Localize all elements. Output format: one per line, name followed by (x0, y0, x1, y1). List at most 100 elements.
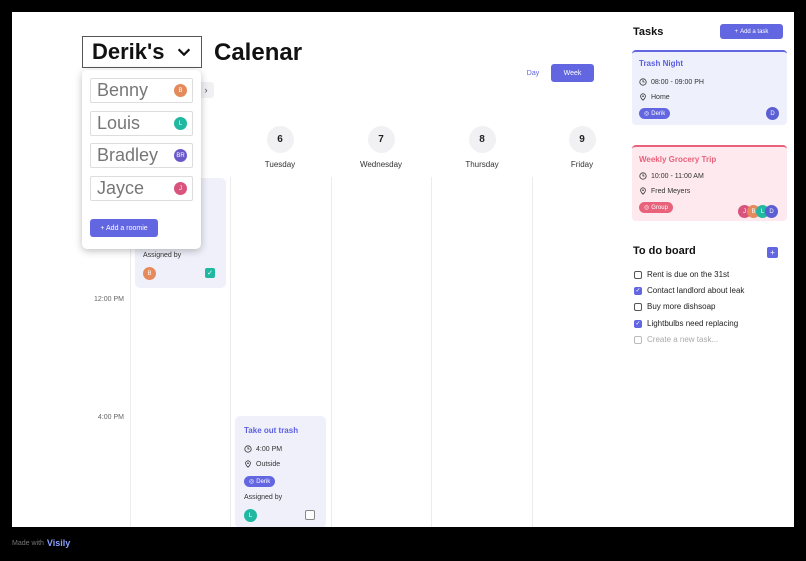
task-time: 08:00 - 09:00 PH (639, 78, 704, 86)
check-icon: ✓ (207, 270, 213, 277)
add-roomie-button[interactable]: + Add a roomie (90, 219, 158, 237)
grid-line (331, 177, 332, 527)
todo-checkbox[interactable]: ✓ (634, 286, 642, 295)
task-time: 10:00 - 11:00 AM (639, 172, 704, 180)
todo-item[interactable]: ✓ Lightbulbs need replacing (634, 319, 738, 328)
task-title: Trash Night (639, 59, 684, 68)
todo-checkbox[interactable] (634, 270, 642, 279)
chevron-right-icon: › (204, 85, 208, 95)
assignee-tag[interactable]: ◎ Derik (639, 108, 671, 119)
done-checkbox[interactable]: ✓ (205, 268, 215, 278)
avatar: D (765, 205, 778, 218)
user-select[interactable]: Derik's (82, 36, 202, 68)
user-circle-icon: ◎ (249, 479, 255, 485)
clock-icon (639, 78, 647, 86)
day-header-tuesday[interactable]: 6 Tuesday (240, 126, 320, 169)
check-icon: ✓ (635, 288, 641, 294)
add-task-button[interactable]: + Add a task (720, 24, 783, 39)
dropdown-item-louis[interactable]: Louis L (90, 111, 193, 136)
week-view-button[interactable]: Week (551, 64, 594, 82)
chevron-down-icon (177, 48, 190, 57)
assigned-by-label: Assigned by (143, 252, 182, 259)
done-checkbox[interactable] (305, 510, 315, 520)
event-time: 4:00 PM (244, 445, 282, 453)
todo-item[interactable]: Buy more dishsoap (634, 302, 715, 311)
day-number: 8 (468, 126, 496, 153)
task-location: Fred Meyers (639, 187, 690, 195)
time-label: 12:00 PM (94, 296, 124, 303)
user-dropdown-menu: Benny B Louis L Bradley BR Jayce J + Add… (82, 70, 201, 249)
todo-checkbox[interactable]: ✓ (634, 319, 642, 328)
assignee-tag[interactable]: ◎ Derik (244, 476, 276, 487)
trash-event-card[interactable]: Take out trash 4:00 PM Outside ◎ Derik A… (235, 416, 326, 527)
task-location-text: Fred Meyers (651, 187, 691, 195)
dropdown-item-bradley[interactable]: Bradley BR (90, 143, 193, 168)
todo-item[interactable]: ✓ Contact landlord about leak (634, 286, 744, 295)
day-name: Thursday (465, 160, 499, 169)
todo-item[interactable]: Rent is due on the 31st (634, 270, 729, 279)
app-frame: Derik's Calenar Day Week › 6 Tuesday 7 W… (12, 12, 794, 527)
day-number: 7 (367, 126, 395, 153)
avatar: D (766, 107, 779, 120)
day-name: Wednesday (359, 160, 403, 169)
location-pin-icon (245, 460, 251, 468)
assignee-tag[interactable]: ◎ Group (639, 202, 673, 213)
avatar: L (244, 509, 257, 522)
task-card[interactable]: Trash Night 08:00 - 09:00 PH Home ◎ Deri… (632, 50, 787, 125)
day-name: Friday (570, 160, 594, 169)
brand-logo: Visily (46, 538, 71, 548)
event-title: Take out trash (244, 426, 299, 435)
page-title: Calenar (214, 39, 303, 66)
todo-title: To do board (633, 245, 696, 257)
user-circle-icon: ◎ (644, 111, 650, 117)
assigned-by-label: Assigned by (244, 494, 283, 501)
made-with-badge[interactable]: Made with Visily (12, 538, 70, 548)
new-todo-input[interactable]: Create a new task... (634, 335, 718, 344)
event-time-text: 4:00 PM (256, 445, 283, 453)
avatar: B (174, 84, 187, 97)
avatar: B (143, 267, 156, 280)
plus-icon: + (734, 28, 739, 35)
todo-text: Lightbulbs need replacing (647, 319, 739, 328)
event-location: Outside (244, 460, 280, 468)
avatar: J (174, 182, 187, 195)
dropdown-item-label: Jayce (97, 178, 145, 198)
plus-icon: + (770, 248, 775, 257)
day-header-wednesday[interactable]: 7 Wednesday (341, 126, 421, 169)
task-title: Weekly Grocery Trip (639, 155, 717, 164)
location-pin-icon (640, 93, 646, 101)
tasks-title: Tasks (633, 26, 664, 38)
user-circle-icon: ◎ (644, 205, 650, 211)
assignee-tag-label: Derik (651, 110, 666, 117)
todo-text: Buy more dishsoap (647, 302, 716, 311)
task-time-text: 08:00 - 09:00 PH (651, 78, 704, 86)
task-time-text: 10:00 - 11:00 AM (651, 172, 704, 180)
day-view-button[interactable]: Day (518, 64, 548, 82)
add-task-label: Add a task (740, 28, 769, 35)
todo-checkbox[interactable] (634, 302, 642, 311)
day-header-friday[interactable]: 9 Friday (542, 126, 622, 169)
new-todo-placeholder: Create a new task... (647, 335, 719, 344)
user-select-label: Derik's (92, 39, 165, 64)
assignee-tag-label: Derik (256, 478, 271, 485)
task-location: Home (639, 93, 670, 101)
dropdown-item-label: Louis (97, 113, 141, 133)
event-location-text: Outside (256, 460, 281, 468)
made-with-label: Made with (12, 539, 44, 547)
todo-text: Rent is due on the 31st (647, 270, 730, 279)
add-todo-button[interactable]: + (767, 247, 778, 258)
dropdown-item-jayce[interactable]: Jayce J (90, 176, 193, 201)
todo-text: Contact landlord about leak (647, 286, 745, 295)
clock-icon (244, 445, 252, 453)
task-location-text: Home (651, 93, 670, 101)
avatar: BR (174, 149, 187, 162)
day-number: 6 (266, 126, 294, 153)
dropdown-item-benny[interactable]: Benny B (90, 78, 193, 103)
clock-icon (639, 172, 647, 180)
dropdown-item-label: Bradley (97, 145, 159, 165)
day-header-thursday[interactable]: 8 Thursday (442, 126, 522, 169)
day-number: 9 (568, 126, 596, 153)
task-card[interactable]: Weekly Grocery Trip 10:00 - 11:00 AM Fre… (632, 145, 787, 221)
view-toggle: Day Week (518, 64, 594, 82)
day-name: Tuesday (264, 160, 296, 169)
